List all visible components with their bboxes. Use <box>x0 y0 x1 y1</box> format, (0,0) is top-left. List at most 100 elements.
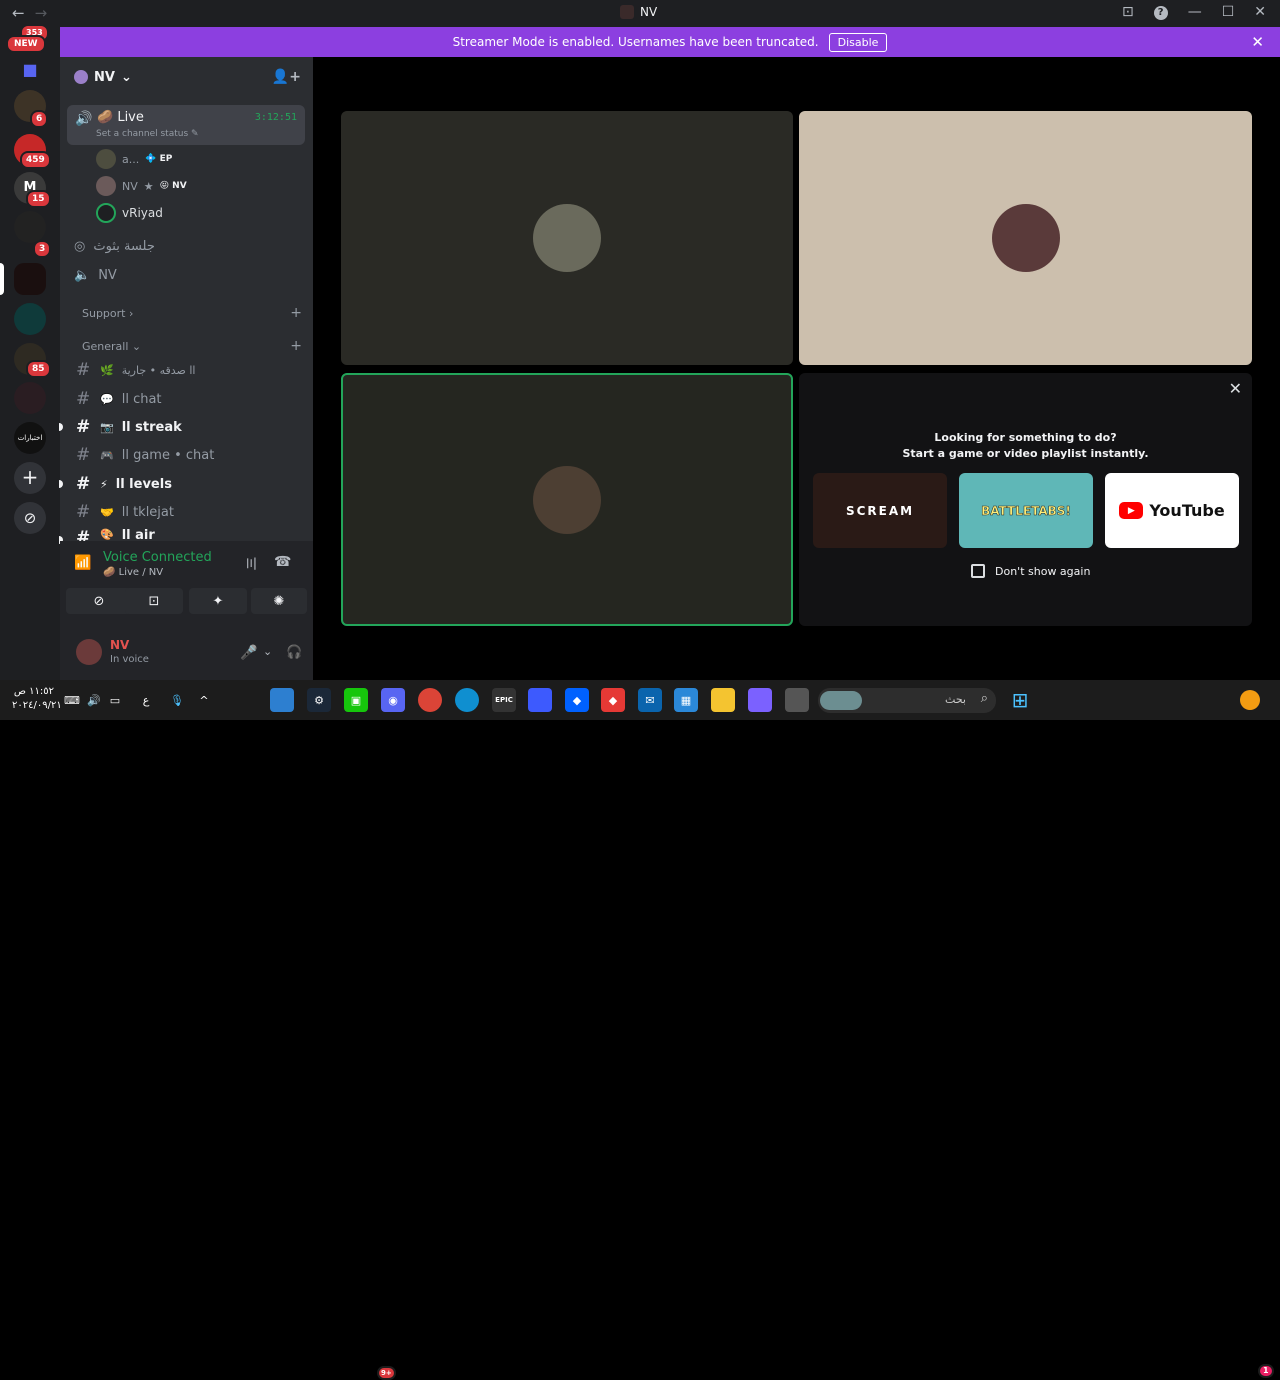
voice-location[interactable]: 🥔 Live / NV <box>103 567 163 578</box>
taskbar: ١١:٥٢ ص ٢٠٢٤/٠٩/٢١ ⌨ 🔊 ▭ ع 🎙 ^ ⚙ ▣ ◉ 9+ … <box>0 680 1280 1380</box>
disconnect-icon[interactable]: ☎ <box>274 554 291 570</box>
youtube-card[interactable]: ▶ YouTube <box>1105 473 1239 548</box>
microphone-tray-icon[interactable]: 🎙 <box>165 688 189 712</box>
close-window-button[interactable]: ✕ <box>1254 4 1266 20</box>
text-channel[interactable]: # 💬 اا chat <box>76 387 296 411</box>
scream-card[interactable]: SCREAM <box>813 473 947 548</box>
text-channel[interactable]: # ⚡ اا levels <box>76 472 296 496</box>
battletabs-card[interactable]: BATTLETABS! <box>959 473 1093 548</box>
category-support[interactable]: Support › + <box>82 304 302 322</box>
avatar[interactable] <box>76 639 102 665</box>
screen-share-button[interactable]: ⊡ <box>125 588 183 614</box>
chrome-icon[interactable] <box>418 688 442 712</box>
clock[interactable]: ١١:٥٢ ص ٢٠٢٤/٠٩/٢١ <box>12 685 62 713</box>
start-button[interactable]: ⊞ <box>1008 688 1032 712</box>
forward-arrow-icon[interactable]: → <box>35 4 48 22</box>
video-tile[interactable] <box>341 111 793 365</box>
voice-user[interactable]: NV ★ 😝 NV <box>96 175 187 197</box>
dm-folder-icon[interactable]: ■ <box>14 54 46 86</box>
network-icon[interactable]: ⌨ <box>60 688 84 712</box>
server-icon-nv[interactable] <box>14 263 46 295</box>
minimize-button[interactable]: — <box>1188 4 1202 20</box>
server-header[interactable]: NV ⌄ 👤+ <box>60 57 313 97</box>
invite-icon[interactable]: 👤+ <box>272 69 301 85</box>
server-icon-labelled[interactable]: اختبارات <box>14 422 46 454</box>
chevron-right-icon: › <box>128 306 134 320</box>
task-view-icon[interactable] <box>785 688 809 712</box>
discover-button[interactable]: ⊘ <box>14 502 46 534</box>
add-channel-icon[interactable]: + <box>290 338 302 354</box>
disable-button[interactable]: Disable <box>828 32 888 52</box>
search-placeholder: بحث <box>945 693 966 706</box>
edge-icon[interactable] <box>455 688 479 712</box>
store-icon[interactable]: ▦ <box>674 688 698 712</box>
server-icon-4[interactable] <box>14 211 46 243</box>
app-red-icon[interactable]: ◆ <box>601 688 625 712</box>
camera-off-button[interactable]: ⊘ <box>66 588 132 614</box>
file-explorer-icon[interactable] <box>711 688 735 712</box>
language-indicator[interactable]: ع <box>134 688 158 712</box>
activities-button[interactable]: ✦ <box>189 588 247 614</box>
text-channel[interactable]: # 🎨 اا air <box>76 528 296 541</box>
voice-connected-label[interactable]: Voice Connected <box>103 550 212 565</box>
video-tile-speaking[interactable] <box>341 373 793 626</box>
category-generall[interactable]: Generall ⌄ + <box>82 337 302 355</box>
username[interactable]: NV <box>110 638 129 652</box>
copilot-icon[interactable] <box>748 688 772 712</box>
hash-icon: # <box>76 389 91 409</box>
chevron-down-icon[interactable]: ⌄ <box>263 645 272 658</box>
activity-heading: Looking for something to do? <box>934 431 1117 444</box>
search-box[interactable]: بحث ⌕ <box>818 688 996 713</box>
voice-channel-live[interactable]: 🔊 🥔 Live 3:12:51 Set a channel status ✎ <box>67 105 305 145</box>
checkbox[interactable] <box>971 564 985 578</box>
add-server-button[interactable]: + <box>14 462 46 494</box>
maximize-button[interactable]: ☐ <box>1222 4 1235 20</box>
server-icon-6[interactable] <box>14 303 46 335</box>
text-channel[interactable]: # 🤝 اا tklejat <box>76 500 296 524</box>
weather-icon[interactable] <box>1240 690 1260 710</box>
close-icon[interactable]: ✕ <box>1229 379 1242 398</box>
add-channel-icon[interactable]: + <box>290 305 302 321</box>
device-icon[interactable]: ▭ <box>103 688 127 712</box>
chevron-up-icon[interactable]: ^ <box>192 688 216 712</box>
noise-suppression-icon[interactable]: 〣 <box>244 554 258 574</box>
voice-user[interactable]: vRiyad <box>96 202 163 224</box>
text-channel[interactable]: # 🌿 اا صدقه • جارية <box>76 358 296 382</box>
soundboard-button[interactable]: ✺ <box>251 588 307 614</box>
clock-time: ١١:٥٢ ص <box>13 686 54 697</box>
microphone-icon[interactable]: 🎤 <box>240 645 257 661</box>
server-avatar-icon <box>620 5 634 19</box>
voice-user[interactable]: a... 💠 EP <box>96 148 172 170</box>
headphones-icon[interactable]: 🎧 <box>286 645 302 660</box>
voice-channel[interactable]: ◎ جلسة بثوث <box>74 234 155 258</box>
channel-name: اا game • chat <box>121 447 215 463</box>
channel-status[interactable]: Set a channel status ✎ <box>96 129 199 139</box>
channel-emoji: 💬 <box>100 392 114 406</box>
outlook-icon[interactable]: ✉ <box>638 688 662 712</box>
inbox-icon[interactable]: ⊡ <box>1122 4 1134 20</box>
new-badge[interactable]: NEW <box>6 35 46 53</box>
close-banner-icon[interactable]: ✕ <box>1251 33 1264 51</box>
help-icon[interactable]: ? <box>1153 6 1168 20</box>
channel-emoji: ⚡ <box>100 477 108 491</box>
server-icon-8[interactable] <box>14 382 46 414</box>
text-channel[interactable]: # 🎮 اا game • chat <box>76 443 296 467</box>
dont-show-again[interactable]: Don't show again <box>971 564 1090 578</box>
connection-icon[interactable]: 📶 <box>74 555 91 571</box>
discord-icon[interactable]: ◉ <box>381 688 405 712</box>
vpn-icon[interactable] <box>528 688 552 712</box>
discord-badge: 9+ <box>377 1366 396 1380</box>
voice-panel: 📶 Voice Connected 🥔 Live / NV 〣 ☎ ⊘ ⊡ ✦ … <box>60 541 313 680</box>
video-tile[interactable] <box>799 111 1252 365</box>
back-arrow-icon[interactable]: ← <box>12 4 25 22</box>
text-channel[interactable]: # 📷 اا streak <box>76 415 296 439</box>
avatar <box>533 204 601 272</box>
xbox-app-icon[interactable]: ▣ <box>344 688 368 712</box>
voice-channel[interactable]: 🔈 NV <box>74 263 117 287</box>
unread-indicator <box>59 423 63 431</box>
dropbox-icon[interactable]: ◆ <box>565 688 589 712</box>
steam-icon[interactable]: ⚙ <box>307 688 331 712</box>
app-snip-icon[interactable] <box>270 688 294 712</box>
epic-games-icon[interactable]: EPIC <box>492 688 516 712</box>
channel-emoji: 🤝 <box>100 505 114 519</box>
